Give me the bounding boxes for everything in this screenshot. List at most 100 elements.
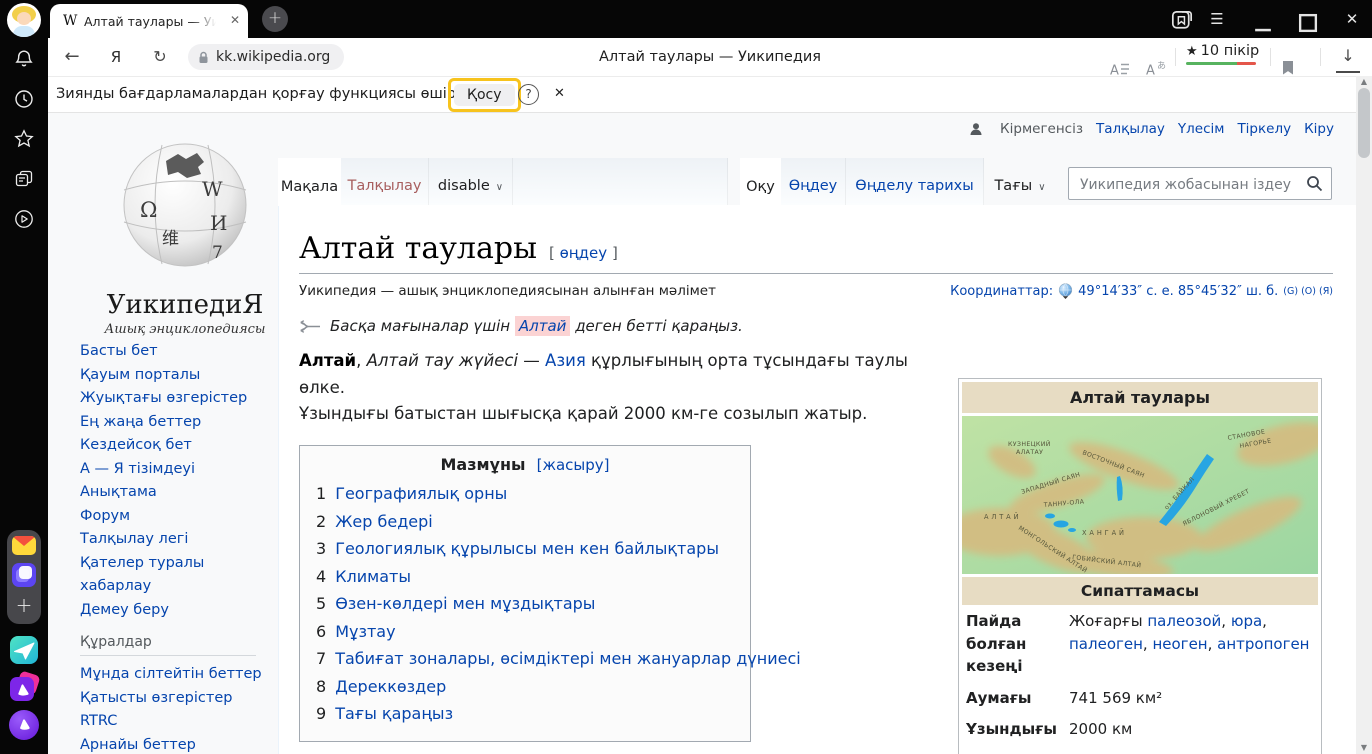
svg-text:A: A (1110, 64, 1119, 79)
chevron-down-icon: ∨ (1038, 182, 1045, 193)
toc-item[interactable]: 6Мұзтау (316, 618, 734, 646)
jurassic-link[interactable]: юра (1231, 612, 1262, 630)
scrollbar-thumb[interactable] (1358, 88, 1370, 158)
svg-text:А Л Т А Й: А Л Т А Й (984, 512, 1019, 521)
toc-item[interactable]: 3Геологиялық құрылысы мен кен байлықтары (316, 535, 734, 563)
sidebar-item-report-errors[interactable]: Қателер туралы хабарлау (80, 552, 240, 599)
paleogene-link[interactable]: палеоген (1069, 635, 1143, 653)
new-tab-button[interactable]: + (262, 6, 288, 32)
page-title: Алтай таулары (299, 231, 537, 267)
neogene-link[interactable]: неоген (1152, 635, 1207, 653)
close-window-icon[interactable]: ✕ (1340, 8, 1364, 30)
sidebar-item-help[interactable]: Анықтама (80, 481, 258, 505)
sidebar-item-forum[interactable]: Форум (80, 505, 258, 529)
toc-item[interactable]: 5Өзен-көлдері мен мұздықтары (316, 590, 734, 618)
search-input[interactable] (1078, 168, 1297, 201)
anthropogene-link[interactable]: антропоген (1217, 635, 1309, 653)
side-panels-icon[interactable] (1170, 10, 1194, 32)
add-service-plus-icon[interactable]: + (7, 592, 41, 620)
profile-avatar[interactable] (7, 3, 41, 37)
address-bar: ← Я ↻ kk.wikipedia.org Алтай таулары — У… (48, 38, 1372, 77)
video-play-icon[interactable] (14, 209, 34, 229)
tools-link-special-pages[interactable]: Арнайы беттер (80, 734, 270, 754)
wikipedia-logo[interactable]: Ω W И 维 7 УикипедиЯ Ашық энциклопедиясы (70, 132, 300, 337)
toc-item[interactable]: 7Табиғат зоналары, өсімдіктері мен жануа… (316, 645, 734, 673)
tab-more[interactable]: Тағы∨ (984, 158, 1056, 205)
help-icon[interactable]: ? (518, 84, 539, 105)
divider (1175, 48, 1176, 66)
collections-icon[interactable] (14, 169, 34, 189)
notification-close-icon[interactable]: ✕ (554, 76, 565, 112)
tab-close-icon[interactable]: ✕ (230, 13, 240, 27)
toc-title: Мазмұны (440, 455, 525, 474)
telegram-messenger-icon[interactable] (10, 636, 38, 664)
coordinates-value[interactable]: 49°14′33″ с. е. 85°45′32″ ш. б. (1078, 284, 1278, 299)
toc-item[interactable]: 4Климаты (316, 563, 734, 591)
scroll-up-icon[interactable]: ▲ (1356, 76, 1372, 88)
bookmarks-star-icon[interactable] (14, 129, 34, 149)
back-icon[interactable]: ← (60, 38, 84, 76)
sidebar-item-donate[interactable]: Демеу беру (80, 599, 258, 623)
paleozoic-link[interactable]: палеозой (1147, 612, 1221, 630)
coordinates: Координаттар: 49°14′33″ с. е. 85°45′32″ … (950, 283, 1333, 299)
wiki-sidebar-nav: Басты бет Қауым порталы Жуықтағы өзгеріс… (80, 340, 258, 622)
toc-item[interactable]: 1Географиялық орны (316, 480, 734, 508)
sidebar-item-recent-changes[interactable]: Жуықтағы өзгерістер (80, 387, 258, 411)
hatnote-link[interactable]: Алтай (515, 316, 571, 336)
translate-icon[interactable]: A あ (1146, 49, 1168, 87)
yandex-music-icon[interactable] (10, 673, 38, 701)
tab-gadget-disable[interactable]: disable∨ (429, 158, 513, 205)
yandex-mail-icon[interactable] (12, 536, 36, 555)
sidebar-item-new-pages[interactable]: Ең жаңа беттер (80, 411, 258, 435)
infobox-map-image[interactable]: КУЗНЕЦКИЙ АЛАТАУ ЗАПАДНЫЙ САЯН ВОСТОЧНЫЙ… (962, 416, 1318, 574)
personal-link-login[interactable]: Кіру (1304, 121, 1334, 137)
reload-icon[interactable]: ↻ (148, 38, 172, 76)
edit-section-link[interactable]: [ өңдеу ] (549, 244, 618, 262)
messenger-app-icon[interactable] (12, 563, 36, 587)
toc-item[interactable]: 8Дереккөздер (316, 673, 734, 701)
coordinates-label[interactable]: Координаттар: (950, 284, 1053, 299)
sidebar-item-az-index[interactable]: А — Я тізімдеуі (80, 458, 258, 482)
downloads-icon[interactable]: ↓ (1336, 41, 1360, 73)
search-icon[interactable] (1306, 175, 1323, 192)
reader-mode-icon[interactable]: A (1110, 50, 1130, 88)
url-field[interactable]: kk.wikipedia.org (188, 44, 344, 70)
tab-edit[interactable]: Өңдеу (781, 158, 846, 205)
svg-text:И: И (210, 211, 227, 235)
asia-link[interactable]: Азия (545, 351, 586, 370)
bookmark-flag-icon[interactable] (1280, 49, 1296, 87)
tools-link-related-changes[interactable]: Қатысты өзгерістер (80, 687, 270, 711)
sidebar-item-main[interactable]: Басты бет (80, 340, 258, 364)
yandex-button-icon[interactable]: Я (104, 38, 128, 76)
globe-icon[interactable] (1058, 283, 1073, 299)
toc-hide-link[interactable]: [жасыру] (537, 456, 610, 474)
history-clock-icon[interactable] (14, 89, 34, 109)
tools-link-whatlinkshere[interactable]: Мұнда сілтейтін беттер (80, 663, 270, 687)
tab-read[interactable]: Оқу (740, 158, 781, 206)
maximize-window-icon[interactable] (1296, 12, 1320, 34)
page-scrollbar[interactable]: ▲ ▼ (1356, 76, 1372, 754)
personal-link-talk[interactable]: Талқылау (1096, 121, 1165, 137)
yandex-search-app-icon[interactable] (9, 710, 39, 740)
coordinates-services[interactable]: (G) (O) (Я) (1283, 286, 1333, 297)
browser-tab[interactable]: W Алтай таулары — Уикипедия ✕ (50, 4, 248, 38)
tab-strip: W Алтай таулары — Уикипедия ✕ + ☰ ✕ (48, 0, 1372, 38)
enable-protection-button[interactable]: Қосу (454, 84, 515, 106)
toc-item[interactable]: 2Жер бедері (316, 508, 734, 536)
sidebar-item-random[interactable]: Кездейсоқ бет (80, 434, 258, 458)
personal-link-register[interactable]: Тіркелу (1237, 121, 1291, 137)
scroll-down-icon[interactable]: ▼ (1356, 742, 1372, 754)
article-header: Алтай таулары [ өңдеу ] (299, 231, 1333, 274)
site-rating[interactable]: ★10 пікір (1186, 43, 1256, 65)
tab-article[interactable]: Мақала (278, 158, 341, 206)
minimize-window-icon[interactable] (1251, 12, 1275, 34)
tab-history[interactable]: Өңделу тарихы (846, 158, 984, 205)
browser-menu-icon[interactable]: ☰ (1205, 8, 1229, 30)
tab-talk[interactable]: Талқылау (341, 158, 429, 205)
tools-link-rtrc[interactable]: RTRC (80, 710, 270, 734)
sidebar-item-community[interactable]: Қауым порталы (80, 364, 258, 388)
notifications-bell-icon[interactable] (14, 49, 34, 69)
toc-item[interactable]: 9Тағы қараңыз (316, 700, 734, 728)
personal-link-contribs[interactable]: Үлесім (1178, 121, 1225, 137)
sidebar-item-discussion-feed[interactable]: Талқылау легі (80, 528, 258, 552)
